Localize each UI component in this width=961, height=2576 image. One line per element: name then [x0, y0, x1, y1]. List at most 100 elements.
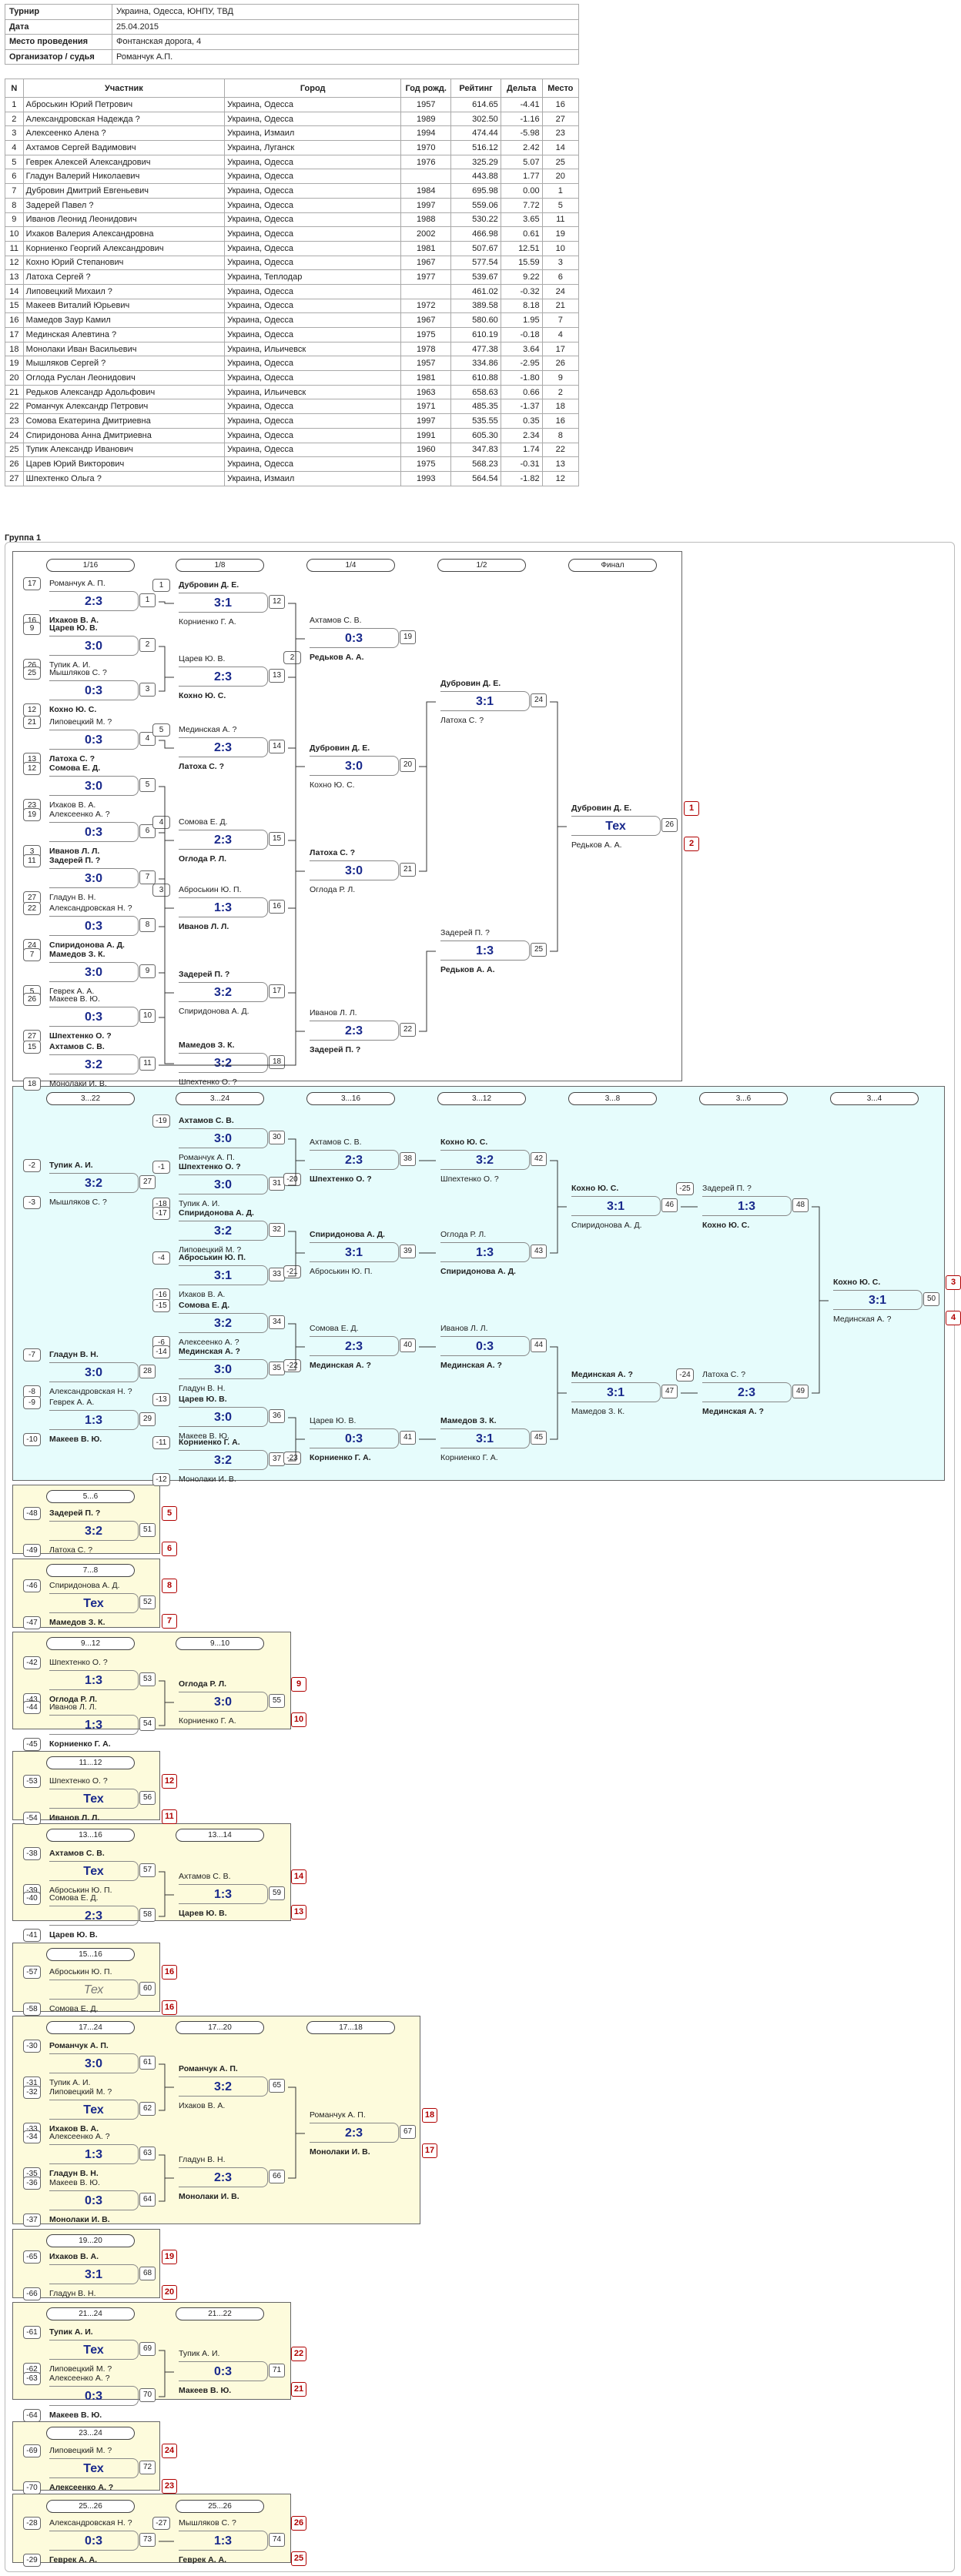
player-delta: 2.42: [500, 140, 543, 155]
match-score: 3:2: [179, 1221, 268, 1241]
player-rating: 461.02: [450, 283, 501, 299]
player-rating: 605.30: [450, 427, 501, 443]
player-n: 15: [5, 298, 24, 314]
match: Романчук А. П. 3:0 Тупик А. И. 61: [46, 2040, 159, 2089]
match-number: 65: [269, 2079, 285, 2093]
player-name: Латоха Сергей ?: [22, 269, 226, 285]
player-delta: -1.80: [500, 370, 543, 386]
player-place: 4: [541, 327, 580, 342]
player-city: Украина, Одесса: [224, 212, 402, 228]
player-bottom: Кохно Ю. С.: [702, 1221, 750, 1230]
col-city: Город: [224, 79, 402, 98]
player-bottom: Алексеенко А. ?: [49, 2483, 114, 2492]
player-city: Украина, Теплодар: [224, 269, 402, 285]
match: Шпехтенко О. ? 1:3 Оглода Р. Л. 53: [46, 1656, 159, 1706]
player-rating: 580.60: [450, 312, 501, 328]
player-top: Сомова Е. Д.: [49, 1893, 99, 1903]
player-born: 1988: [400, 212, 452, 228]
player-place: 18: [541, 399, 580, 415]
match-number: 61: [139, 2056, 156, 2070]
match-number: 37: [269, 1452, 285, 1466]
player-rating: 568.23: [450, 456, 501, 472]
player-place: 11: [541, 212, 580, 228]
player-top: Шпехтенко О. ?: [49, 1776, 108, 1786]
round-header: 3...6: [699, 1092, 788, 1105]
match-number: 32: [269, 1223, 285, 1237]
match-score: 3:2: [179, 982, 268, 1002]
player-row: 8 Задерей Павел ? Украина, Одесса 1997 559.0…: [5, 197, 580, 213]
player-rating: 347.83: [450, 442, 501, 458]
player-bottom: Мединская А. ?: [440, 1361, 502, 1370]
match: Оглода Р. Л. 1:3 Спиридонова А. Д. 43: [437, 1228, 550, 1278]
player-top: Романчук А. П.: [310, 2110, 366, 2120]
player-delta: -0.18: [500, 327, 543, 342]
player-top: Кохно Ю. С.: [833, 1278, 881, 1287]
seed-badge: -69: [23, 2444, 41, 2457]
player-bottom: Макеев В. Ю.: [49, 2411, 102, 2420]
match: Липовецкий М. ? Тех Алексеенко А. ? 72: [46, 2444, 159, 2494]
match-score: 3:2: [49, 1173, 139, 1193]
match-score: 3:1: [179, 593, 268, 613]
match-score: 3:2: [49, 1521, 139, 1541]
seed-badge: 2: [283, 651, 301, 664]
seed-badge: -63: [23, 2372, 41, 2385]
col-delta: Дельта: [500, 79, 543, 98]
seed-badge: 4: [152, 816, 170, 829]
match-score: 3:0: [179, 1174, 268, 1194]
player-born: 1963: [400, 384, 452, 400]
player-row: 12 Кохно Юрий Степанович Украина, Одесса 19…: [5, 255, 580, 271]
player-delta: 0.00: [500, 183, 543, 199]
match: Липовецкий М. ? 0:3 Латоха С. ? 4: [46, 716, 159, 765]
player-delta: 8.18: [500, 298, 543, 314]
match-score: 2:3: [49, 591, 139, 611]
match-score: 0:3: [49, 1007, 139, 1027]
player-rating: 539.67: [450, 269, 501, 285]
seed-badge: -11: [152, 1436, 170, 1449]
player-place: 3: [541, 255, 580, 271]
player-rating: 477.38: [450, 341, 501, 357]
info-value: Украина, Одесса, ЮНПУ, ТВД: [112, 4, 579, 20]
match-number: 26: [661, 818, 678, 832]
seed-badge: -12: [152, 1473, 170, 1486]
match: Задерей П. ? 3:2 Спиридонова А. Д. 17: [176, 968, 288, 1017]
player-top: Царев Ю. В.: [179, 654, 226, 663]
match-number: 21: [400, 863, 416, 877]
place-badge: 16: [162, 2000, 177, 2015]
player-n: 4: [5, 140, 24, 155]
player-bottom: Редьков А. А.: [440, 965, 495, 974]
match-score: 3:1: [440, 1428, 530, 1448]
player-top: Алексеенко А. ?: [49, 2374, 110, 2383]
player-place: 1: [541, 183, 580, 199]
player-name: Аброськин Юрий Петрович: [22, 97, 226, 112]
player-delta: 1.77: [500, 169, 543, 185]
player-top: Задерей П. ?: [49, 856, 101, 865]
player-place: 16: [541, 97, 580, 112]
player-top: Задерей П. ?: [179, 970, 230, 979]
player-row: 1 Аброськин Юрий Петрович Украина, Одесса 1…: [5, 97, 580, 112]
seed-badge: -19: [152, 1114, 170, 1128]
info-row: Организатор / судья Романчук А.П.: [5, 48, 579, 65]
match-number: 41: [400, 1431, 416, 1445]
match-number: 71: [269, 2364, 285, 2377]
player-top: Тупик А. И.: [49, 2327, 93, 2337]
match-score: 0:3: [310, 1428, 399, 1448]
match-number: 10: [139, 1009, 156, 1023]
player-name: Сомова Екатерина Дмитриевна: [22, 413, 226, 429]
player-born: 1997: [400, 197, 452, 213]
player-born: 1967: [400, 312, 452, 328]
player-born: 1977: [400, 269, 452, 285]
player-row: 19 Мышляков Сергей ? Украина, Одесса 1957 33…: [5, 356, 580, 372]
player-top: Ахтамов С. В.: [310, 1138, 362, 1147]
player-bottom: Мединская А. ?: [833, 1315, 892, 1324]
player-top: Сомова Е. Д.: [179, 817, 228, 827]
match-number: 17: [269, 984, 285, 998]
match: Романчук А. П. 3:2 Ихаков В. А. 65: [176, 2063, 288, 2112]
player-top: Царев Ю. В.: [179, 1395, 227, 1404]
player-row: 26 Царев Юрий Викторович Украина, Одесса 19…: [5, 456, 580, 472]
player-city: Украина, Одесса: [224, 399, 402, 415]
match-score: 0:3: [49, 822, 139, 842]
match-score: 2:3: [702, 1382, 792, 1402]
place-badge: 12: [162, 1774, 177, 1789]
info-row: Место проведения Фонтанская дорога, 4: [5, 34, 579, 50]
seed-badge: -3: [23, 1196, 41, 1209]
